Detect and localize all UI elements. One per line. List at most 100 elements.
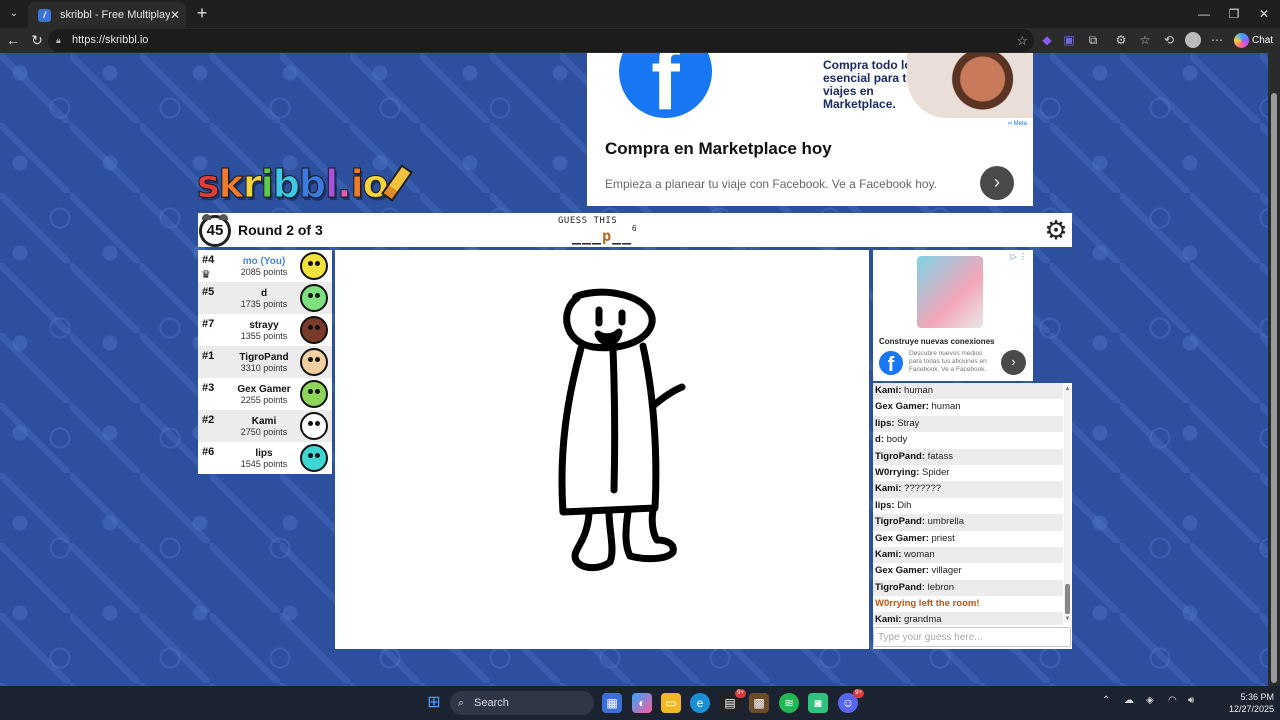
app-icon[interactable]: ◙ [808,693,828,713]
chat-username: Kami [875,483,899,495]
player-row[interactable]: #7 strayy 1355 points [198,314,332,346]
logo-letter: b [298,162,326,207]
player-name: TigroPand [239,352,289,363]
side-advertisement[interactable]: ▷ ⋮ Construye nuevas conexiones f Descub… [873,250,1033,381]
back-icon[interactable]: ← [2,30,24,51]
refresh-icon[interactable]: ↻ [26,30,48,51]
windows-start-icon[interactable]: ⊞ [424,693,444,713]
player-rank: #4 [202,254,215,266]
side-ad-title: Construye nuevas conexiones [879,337,995,346]
store-icon[interactable]: ▦ [602,693,622,713]
url-text: https://skribbl.io [72,34,149,46]
player-row[interactable]: #5 d 1735 points [198,282,332,314]
taskbar-clock[interactable]: 5:36 PM 12/27/2025 [1222,691,1274,715]
player-row[interactable]: #6 lips 1545 points [198,442,332,474]
ad-image [917,256,983,328]
more-menu-icon[interactable]: ⋯ [1208,32,1226,49]
history-icon[interactable]: ⟲ [1160,32,1178,49]
chat-text: umbrella [927,516,965,528]
favorite-star-icon[interactable]: ☆ [1016,29,1028,52]
drawing-body [558,342,660,516]
discord-icon[interactable]: ☺ 9+ [838,689,864,713]
page-scrollbar[interactable] [1268,53,1280,686]
timer-value: 45 [206,222,224,239]
clock-bell-icon [219,214,228,220]
scroll-up-icon[interactable]: ▲ [1064,386,1071,392]
extensions-puzzle-icon[interactable]: ⧉ [1084,32,1102,49]
drawing-canvas[interactable] [335,250,869,649]
player-rank: #2 [202,414,215,426]
wifi-icon[interactable]: ◠ [1168,695,1177,706]
scroll-down-icon[interactable]: ▼ [1064,616,1071,622]
site-info-icon[interactable]: 🔒︎ [56,29,61,52]
tab-actions-icon[interactable]: ⌄ [4,4,24,24]
close-tab-icon[interactable]: ✕ [170,2,180,28]
app-icon[interactable]: ▤ 9+ [720,689,746,713]
ad-arrow-icon[interactable]: › [980,166,1014,200]
spotify-icon[interactable]: ≋ [779,693,799,713]
minecraft-icon[interactable]: ▩ [749,693,769,713]
hint-blanks: __ [612,227,633,245]
minimize-icon[interactable]: — [1192,4,1216,24]
player-name: mo (You) [242,256,286,267]
ad-photo [907,53,1033,118]
player-name: Gex Gamer [237,384,291,395]
chat-username: Kami [875,385,899,396]
logo-letter: b [272,162,300,207]
chat-text: priest [931,532,955,544]
clock-bell-icon [202,214,211,220]
close-window-icon[interactable]: ✕ [1252,4,1276,24]
chat-username: Gex Gamer [875,565,926,577]
chat-system-message: W0rrying left the room! [875,598,980,610]
copilot-app-icon[interactable]: ◐ [632,693,652,713]
top-advertisement[interactable]: f Compra todo lo esencial para tus viaje… [587,53,1033,206]
settings-gear-icon[interactable]: ⚙ [1042,216,1070,244]
side-ad-arrow-icon[interactable]: › [1001,350,1026,375]
chat-message: Gex Gamer: villager [873,563,1063,579]
profile-avatar[interactable] [1185,32,1201,48]
ad-headline: Compra en Marketplace hoy [605,139,832,158]
player-name: lips [255,448,273,459]
volume-icon[interactable]: 🔊︎ [1188,695,1194,706]
file-explorer-icon[interactable]: ▭ [661,693,681,713]
onedrive-icon[interactable]: ☁ [1124,695,1134,706]
skribbl-page: f Compra todo lo esencial para tus viaje… [0,53,1268,686]
player-row[interactable]: #2 Kami 2750 points [198,410,332,442]
new-tab-icon[interactable]: + [192,4,212,24]
tray-chevron-icon[interactable]: ⌃ [1102,695,1110,706]
chat-username: TigroPand [875,581,922,593]
chat-text: fatass [927,450,953,462]
drawing-arm [649,383,686,410]
copilot-chat-button[interactable]: Chat [1232,31,1276,50]
chat-button-label: Chat [1252,35,1274,46]
player-avatar [300,444,328,472]
chat-text: human [904,385,934,396]
logo-letter: s [197,162,221,207]
player-row[interactable]: #4 ♛ mo (You) 2085 points [198,250,332,282]
tray-app-icon[interactable]: ◈ [1146,695,1154,706]
extension-icon[interactable]: ◆ [1038,32,1056,49]
chat-username: Gex Gamer [875,401,926,413]
guess-input[interactable] [873,627,1071,647]
address-bar[interactable]: 🔒︎ https://skribbl.io ☆ [48,29,1034,52]
page-scroll-thumb[interactable] [1271,93,1277,683]
taskbar-search[interactable]: ⌕ Search [450,691,594,715]
split-screen-icon[interactable]: ⚙ [1112,32,1130,49]
chat-scrollbar[interactable]: ▲ ▼ [1064,386,1071,622]
logo-letter: o [362,162,389,207]
chat-scroll-thumb[interactable] [1065,584,1070,614]
taskbar: ⊞ ⌕ Search ▦ ◐ ▭ e ▤ 9+ ▩ ≋ ◙ ☺ 9+ ⌃ ☁ ◈ ◠… [0,686,1280,720]
browser-tab-bar: ⌄ / skribbl - Free Multiplayer Dra ✕ + —… [0,0,1280,28]
favorites-icon[interactable]: ☆ [1136,32,1154,49]
chat-message: Kami: ??????? [873,481,1063,498]
clock-time: 5:36 PM [1240,692,1274,702]
browser-tab[interactable]: / skribbl - Free Multiplayer Dra ✕ [28,2,186,28]
player-name: Kami [251,416,277,427]
edge-browser-icon[interactable]: e [690,693,710,713]
adchoices-icon[interactable]: ▷ ⋮ [1011,252,1027,261]
extension-icon[interactable]: ▣ [1060,32,1078,49]
restore-icon[interactable]: ❐ [1222,4,1246,24]
guess-label: GUESS THIS [558,216,618,226]
player-row[interactable]: #1 TigroPand 3310 points [198,346,332,378]
player-row[interactable]: #3 Gex Gamer 2255 points [198,378,332,410]
